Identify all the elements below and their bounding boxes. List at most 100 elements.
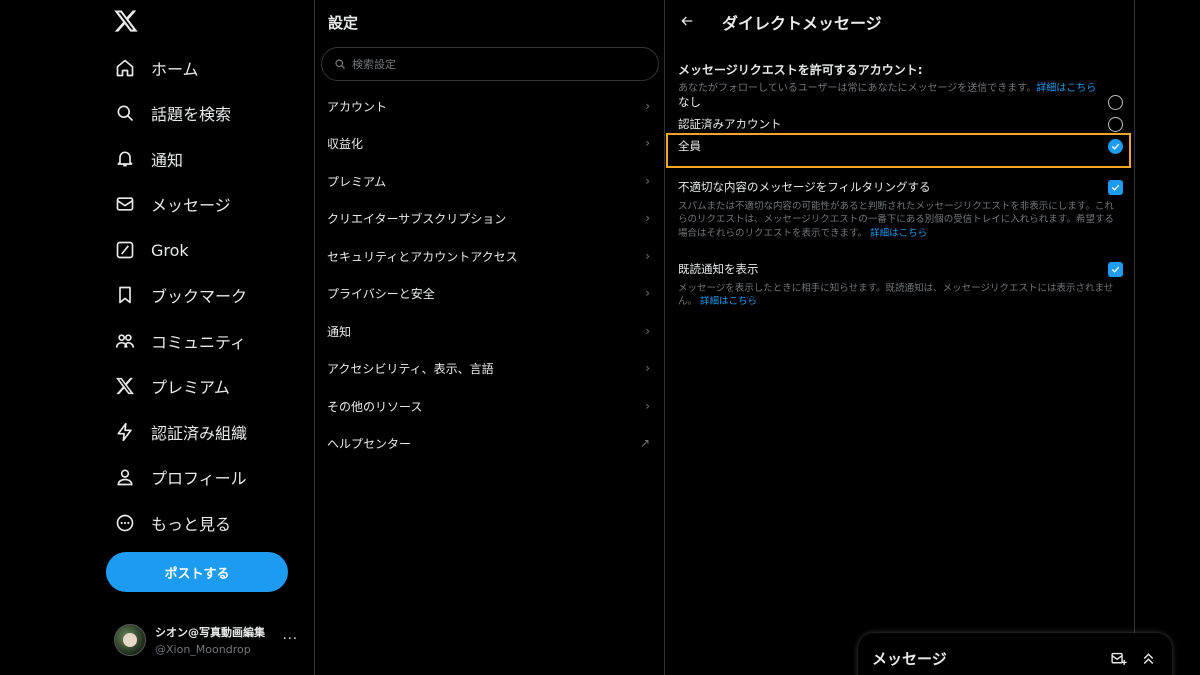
search-icon <box>114 102 136 124</box>
nav-label: メッセージ <box>151 196 231 215</box>
drawer-title: メッセージ <box>872 649 947 668</box>
messages-drawer[interactable]: メッセージ <box>858 633 1172 675</box>
primary-nav: ホーム 話題を検索 通知 メッセージ Grok ブックマーク コミュニティ プレ… <box>0 0 315 675</box>
nav-label: プレミアム <box>151 378 230 397</box>
settings-search-input[interactable] <box>352 57 632 71</box>
nav-item-premium[interactable]: プレミアム <box>114 371 230 401</box>
option-label: 全員 <box>678 139 701 153</box>
person-icon <box>114 466 136 488</box>
x-premium-icon <box>114 375 136 397</box>
settings-item-help-center[interactable]: ヘルプセンター ↗ <box>315 425 664 461</box>
avatar <box>114 624 146 656</box>
chevron-right-icon: › <box>645 399 650 413</box>
nav-item-profile[interactable]: プロフィール <box>114 462 247 492</box>
dm-settings-panel: ダイレクトメッセージ メッセージリクエストを許可するアカウント: あなたがフォロ… <box>665 0 1135 675</box>
nav-label: ブックマーク <box>151 287 248 306</box>
request-section-title: メッセージリクエストを許可するアカウント: <box>678 63 923 77</box>
nav-item-grok[interactable]: Grok <box>114 235 189 265</box>
app-root: ホーム 話題を検索 通知 メッセージ Grok ブックマーク コミュニティ プレ… <box>0 0 1200 675</box>
settings-item-label: 収益化 <box>327 136 364 151</box>
settings-search[interactable] <box>321 47 659 81</box>
settings-item-creator-subscriptions[interactable]: クリエイターサブスクリプション › <box>315 200 664 236</box>
settings-item-accessibility[interactable]: アクセシビリティ、表示、言語 › <box>315 350 664 386</box>
settings-item-notifications[interactable]: 通知 › <box>315 313 664 349</box>
nav-item-home[interactable]: ホーム <box>114 53 199 83</box>
external-arrow-icon: ↗ <box>639 436 650 450</box>
option-everyone[interactable]: 全員 <box>678 136 1123 156</box>
nav-item-communities[interactable]: コミュニティ <box>114 326 246 356</box>
option-label: なし <box>678 95 701 109</box>
nav-label: 認証済み組織 <box>151 424 248 443</box>
radio-unselected[interactable] <box>1108 116 1123 132</box>
chevron-right-icon: › <box>645 136 650 150</box>
x-logo-icon[interactable] <box>113 8 139 34</box>
read-receipts-setting: 既読通知を表示 メッセージを表示したときに相手に知らせます。既読通知は、メッセー… <box>678 261 1123 309</box>
settings-item-monetization[interactable]: 収益化 › <box>315 125 664 161</box>
settings-item-label: クリエイターサブスクリプション <box>327 211 507 226</box>
settings-item-security[interactable]: セキュリティとアカウントアクセス › <box>315 238 664 274</box>
filter-setting: 不適切な内容のメッセージをフィルタリングする スパムまたは不適切な内容の可能性が… <box>678 179 1123 240</box>
home-icon <box>114 57 136 79</box>
more-dots-icon: ··· <box>282 632 298 647</box>
settings-item-resources[interactable]: その他のリソース › <box>315 388 664 424</box>
grok-icon <box>114 239 136 261</box>
learn-more-link[interactable]: 詳細はこちら <box>870 228 927 239</box>
nav-item-messages[interactable]: メッセージ <box>114 189 231 219</box>
filter-checkbox[interactable] <box>1108 179 1123 195</box>
lightning-icon <box>114 421 136 443</box>
read-receipts-desc: メッセージを表示したときに相手に知らせます。既読通知は、メッセージリクエストには… <box>678 282 1118 309</box>
settings-item-label: プレミアム <box>327 174 387 189</box>
option-none[interactable]: なし <box>678 92 1123 112</box>
nav-item-notifications[interactable]: 通知 <box>114 144 183 174</box>
nav-item-verified-orgs[interactable]: 認証済み組織 <box>114 417 247 447</box>
option-verified[interactable]: 認証済みアカウント <box>678 114 1123 134</box>
bookmark-icon <box>114 284 136 306</box>
settings-column: 設定 アカウント › 収益化 › プレミアム › クリエイターサブスクリプション… <box>315 0 665 675</box>
nav-label: プロフィール <box>151 469 247 488</box>
chevron-right-icon: › <box>645 174 650 188</box>
settings-item-label: ヘルプセンター <box>327 436 412 451</box>
profile-info: シオン@写真動画編集 @Xion_Moondrop <box>155 624 285 656</box>
check-icon <box>1111 184 1120 191</box>
search-icon <box>334 55 346 74</box>
settings-title: 設定 <box>328 14 359 32</box>
post-button[interactable]: ポストする <box>106 552 288 592</box>
nav-label: もっと見る <box>151 515 232 534</box>
read-receipts-label: 既読通知を表示 <box>678 262 759 276</box>
nav-item-more[interactable]: もっと見る <box>114 508 231 538</box>
chevron-right-icon: › <box>645 361 650 375</box>
filter-label: 不適切な内容のメッセージをフィルタリングする <box>678 180 931 194</box>
more-circle-icon <box>114 512 136 534</box>
double-chevron-up-icon[interactable] <box>1138 648 1158 668</box>
account-switcher[interactable]: シオン@写真動画編集 @Xion_Moondrop ··· <box>114 622 304 658</box>
panel-title: ダイレクトメッセージ <box>722 14 882 33</box>
chevron-right-icon: › <box>645 211 650 225</box>
radio-unselected[interactable] <box>1108 94 1123 110</box>
settings-item-label: 通知 <box>327 324 352 339</box>
profile-name: シオン@写真動画編集 <box>155 626 265 639</box>
chevron-right-icon: › <box>645 249 650 263</box>
check-icon <box>1111 143 1120 150</box>
learn-more-link[interactable]: 詳細はこちら <box>700 296 757 307</box>
settings-item-premium[interactable]: プレミアム › <box>315 163 664 199</box>
settings-item-label: アクセシビリティ、表示、言語 <box>327 361 494 376</box>
settings-item-label: セキュリティとアカウントアクセス <box>327 249 518 264</box>
new-message-icon[interactable] <box>1108 648 1128 668</box>
read-receipts-checkbox[interactable] <box>1108 261 1123 277</box>
settings-item-label: アカウント <box>327 99 388 114</box>
chevron-right-icon: › <box>645 99 650 113</box>
back-arrow-icon[interactable] <box>679 10 701 32</box>
profile-handle: @Xion_Moondrop <box>155 643 251 656</box>
mail-icon <box>114 193 136 215</box>
settings-item-account[interactable]: アカウント › <box>315 88 664 124</box>
filter-desc: スパムまたは不適切な内容の可能性があると判断されたメッセージリクエストを非表示に… <box>678 200 1118 240</box>
community-icon <box>114 330 136 352</box>
nav-label: ホーム <box>151 60 199 79</box>
nav-item-explore[interactable]: 話題を検索 <box>114 98 231 128</box>
radio-selected[interactable] <box>1108 138 1123 154</box>
nav-label: Grok <box>151 240 189 260</box>
nav-item-bookmarks[interactable]: ブックマーク <box>114 280 247 310</box>
nav-label: コミュニティ <box>151 333 247 352</box>
settings-item-privacy[interactable]: プライバシーと安全 › <box>315 275 664 311</box>
chevron-right-icon: › <box>645 324 650 338</box>
